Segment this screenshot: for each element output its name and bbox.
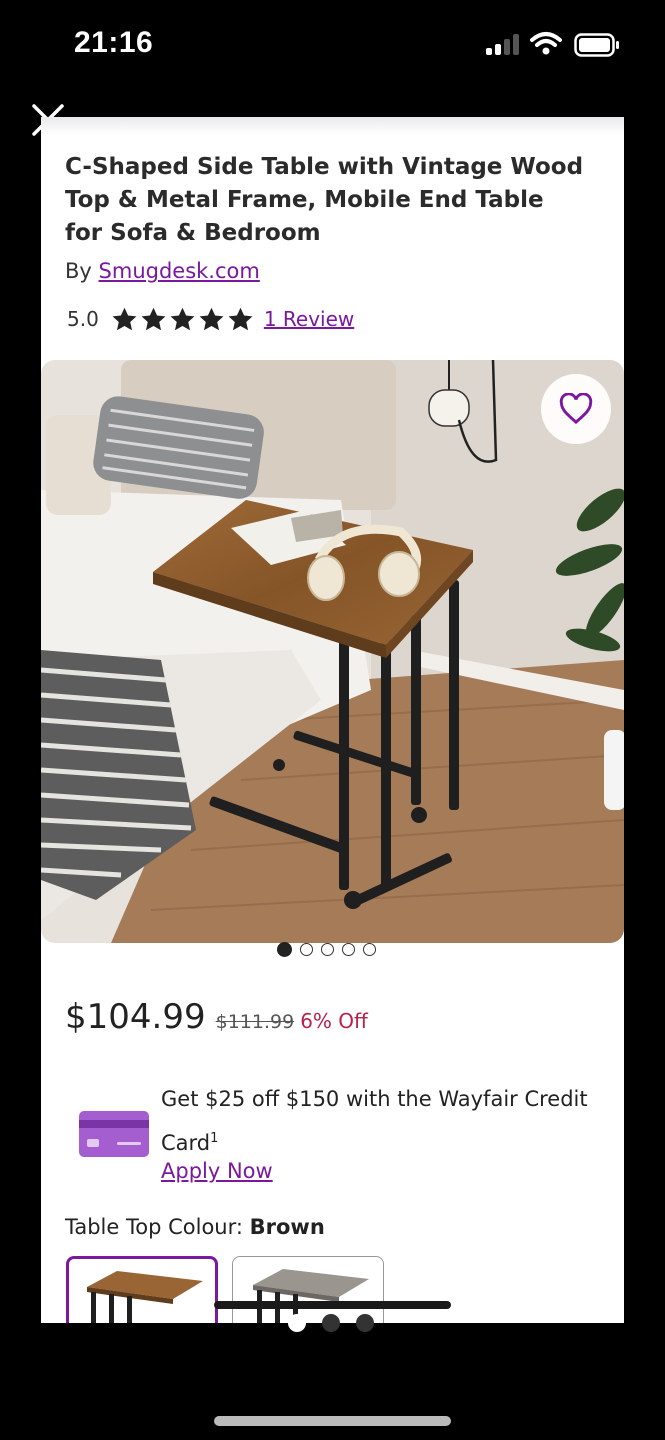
star-icon [199,307,224,330]
image-carousel-dots [277,942,376,957]
favorite-button[interactable] [541,374,611,444]
star-icon [112,307,137,330]
price-row: $104.99 $111.99 6% Off [65,997,368,1037]
credit-offer-text: Get $25 off $150 with the Wayfair Credit… [161,1079,601,1163]
colour-selected-value: Brown [249,1215,325,1239]
status-bar: 21:16 [0,0,665,92]
rating-row: 5.0 1 Review [67,303,354,335]
rating-value: 5.0 [67,307,99,331]
home-indicator[interactable] [214,1416,451,1426]
review-link[interactable]: 1 Review [264,307,354,331]
carousel-dot[interactable] [300,943,313,956]
product-photo [41,360,624,943]
wifi-icon [530,32,562,55]
scroll-indicator [214,1301,451,1309]
brand-prefix: By [65,259,92,283]
star-rating [111,306,254,333]
page-dot[interactable] [356,1314,374,1332]
battery-icon [574,33,619,57]
star-icon [228,307,253,330]
colour-label-text: Table Top Colour: [65,1215,243,1239]
product-image[interactable] [41,360,624,943]
star-icon [170,307,195,330]
carousel-dot[interactable] [342,943,355,956]
original-price: $111.99 [215,1011,295,1033]
swatch-grey[interactable] [232,1256,384,1323]
credit-offer-line: Get $25 off $150 with the Wayfair Credit… [161,1087,588,1155]
sale-price: $104.99 [65,997,206,1037]
carousel-dot[interactable] [363,943,376,956]
credit-card-icon [79,1111,149,1157]
colour-option-label: Table Top Colour: Brown [65,1215,325,1239]
product-title: C-Shaped Side Table with Vintage Wood To… [65,154,584,246]
page-dots [288,1314,374,1332]
swatch-brown-image [87,1271,203,1323]
carousel-dot[interactable] [277,942,292,957]
credit-footnote: 1 [210,1131,219,1146]
clock-time: 21:16 [74,26,154,59]
product-sheet: C-Shaped Side Table with Vintage Wood To… [41,117,624,1323]
discount-badge: 6% Off [300,1009,368,1033]
brand-line: By Smugdesk.com [65,259,260,283]
swatch-brown[interactable] [66,1256,218,1323]
brand-link[interactable]: Smugdesk.com [99,259,260,283]
carousel-dot[interactable] [321,943,334,956]
page-dot[interactable] [322,1314,340,1332]
apply-now-link[interactable]: Apply Now [161,1159,273,1183]
star-icon [141,307,166,330]
sheet-top-edge [41,117,624,135]
signal-icon [486,33,522,55]
page-dot[interactable] [288,1314,306,1332]
heart-icon [559,393,593,425]
